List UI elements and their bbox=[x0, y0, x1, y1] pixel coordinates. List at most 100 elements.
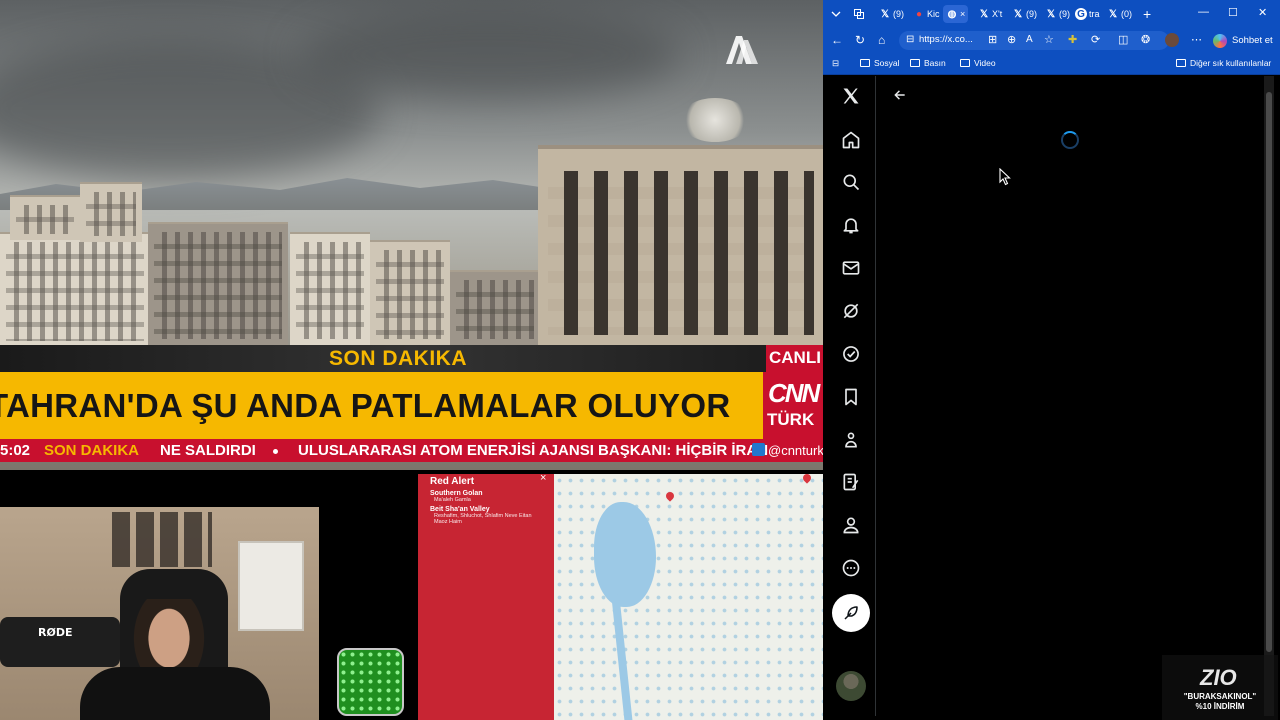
home-icon[interactable]: ⌂ bbox=[878, 33, 885, 47]
account-avatar[interactable] bbox=[836, 671, 866, 701]
site-info-icon[interactable]: ⊟ bbox=[906, 33, 914, 47]
home-icon[interactable] bbox=[839, 128, 863, 152]
live-badge: CANLI bbox=[766, 345, 824, 372]
son-dakika-label: SON DAKIKA bbox=[329, 347, 468, 370]
bookmark-folder[interactable]: Basın bbox=[910, 58, 946, 68]
alert-places: Ma'aleh Gamla bbox=[434, 497, 471, 503]
screen: SON DAKIKA CANLI TAHRAN'DA ŞU ANDA PATLA… bbox=[0, 0, 1280, 720]
favorites-toggle-icon[interactable]: ⊟ bbox=[832, 58, 839, 69]
building bbox=[450, 270, 540, 345]
explosion-smoke bbox=[680, 98, 750, 142]
communities-icon[interactable] bbox=[839, 428, 863, 452]
cnn-logo-text: CNN bbox=[768, 378, 820, 408]
turk-logo-text: TÜRK bbox=[767, 410, 815, 429]
favorites-icon[interactable]: ❂ bbox=[1141, 33, 1150, 47]
wall-photos bbox=[112, 512, 212, 567]
ticker-handle: @cnnturk bbox=[768, 443, 824, 458]
read-aloud-icon[interactable]: A bbox=[1026, 33, 1033, 47]
browser-toolbar: ← ↻ ⌂ ⊟ https://x.co... ⊞ ⊕ A ☆ ✚ ⟳ ◫ ❂ … bbox=[823, 28, 1280, 53]
minimize-icon[interactable]: — bbox=[1198, 6, 1209, 18]
app-available-icon[interactable]: ⊞ bbox=[988, 33, 997, 47]
alert-title: Red Alert bbox=[430, 476, 475, 487]
browser-tab[interactable]: 𝕏 (0) bbox=[1107, 5, 1132, 23]
profile-avatar[interactable] bbox=[1165, 33, 1179, 47]
browser-tab[interactable]: 𝕏 (9) bbox=[879, 5, 904, 23]
hotel-building bbox=[538, 145, 824, 345]
browser-tab[interactable]: 𝕏 X't bbox=[978, 5, 1002, 23]
folder-icon bbox=[860, 59, 870, 67]
building bbox=[290, 232, 370, 345]
kick-icon: ● bbox=[915, 8, 923, 20]
feather-icon bbox=[844, 606, 858, 620]
premium-icon[interactable] bbox=[839, 470, 863, 494]
other-bookmarks-folder[interactable]: Diğer sık kullanılanlar bbox=[1176, 58, 1271, 68]
extensions-icon[interactable]: ⟳ bbox=[1091, 33, 1100, 47]
maximize-icon[interactable]: ☐ bbox=[1228, 6, 1238, 19]
browser-tab-active[interactable]: ◍ × bbox=[943, 5, 969, 23]
scrollbar-thumb[interactable] bbox=[1266, 92, 1272, 652]
aa-agency-logo bbox=[722, 30, 760, 68]
profile-icon[interactable] bbox=[839, 513, 863, 537]
building bbox=[0, 232, 150, 347]
x-icon: 𝕏 bbox=[1108, 8, 1118, 20]
browser-tab[interactable]: Gtra bbox=[1075, 5, 1100, 23]
alert-panel: Red Alert Southern Golan Ma'aleh Gamla B… bbox=[418, 474, 554, 720]
news-broadcast-video: SON DAKIKA CANLI TAHRAN'DA ŞU ANDA PATLA… bbox=[0, 0, 824, 470]
back-icon[interactable]: ← bbox=[831, 33, 843, 47]
x-icon: 𝕏 bbox=[1046, 8, 1056, 20]
promo-code: "BURAKSAKINOL" bbox=[1183, 692, 1257, 701]
alert-close-icon[interactable]: × bbox=[540, 474, 546, 484]
map-localities bbox=[554, 474, 823, 720]
globe-icon: ◍ bbox=[947, 8, 957, 20]
favorite-star-icon[interactable]: ☆ bbox=[1044, 33, 1054, 47]
more-options-icon[interactable]: ⋯ bbox=[1191, 33, 1202, 47]
browser-tab[interactable]: 𝕏 (9) bbox=[1012, 5, 1037, 23]
chevron-down-icon bbox=[831, 11, 841, 17]
zoom-icon[interactable]: ⊕ bbox=[1007, 33, 1016, 47]
cnn-turk-logo: CNN TÜRK bbox=[763, 372, 824, 439]
new-tab-button[interactable]: + bbox=[1143, 5, 1151, 23]
x-logo-icon[interactable] bbox=[839, 84, 863, 108]
ticker-time: 5:02 bbox=[0, 442, 31, 459]
messages-icon[interactable] bbox=[839, 256, 863, 280]
compose-post-button[interactable] bbox=[832, 594, 870, 632]
x-icon: 𝕏 bbox=[880, 8, 890, 20]
browser-tab[interactable]: 𝕏 (9) bbox=[1045, 5, 1070, 23]
bookmark-folder[interactable]: Video bbox=[960, 58, 996, 68]
bookmarks-icon[interactable] bbox=[839, 385, 863, 409]
streamer-webcam: RØDE bbox=[0, 507, 319, 720]
notifications-icon[interactable] bbox=[839, 213, 863, 237]
sea-of-galilee bbox=[594, 502, 656, 607]
sponsor-promo: ZIO "BURAKSAKINOL" %10 İNDİRİM bbox=[1162, 655, 1278, 720]
alert-region: Southern Golan bbox=[430, 490, 483, 497]
headline-text: TAHRAN'DA ŞU ANDA PATLAMALAR OLUYOR bbox=[0, 387, 731, 424]
ticker-item: NE SALDIRDI bbox=[160, 442, 256, 459]
mic-brand: RØDE bbox=[38, 626, 73, 639]
search-icon[interactable] bbox=[839, 170, 863, 194]
split-screen-icon[interactable]: ◫ bbox=[1118, 33, 1128, 47]
bookmark-folder[interactable]: Sosyal bbox=[860, 58, 900, 68]
x-web-app bbox=[827, 76, 1270, 716]
promo-brand: ZIO bbox=[1200, 665, 1237, 690]
favorites-bar: ⊟ Sosyal Basın Video Diğer sık kullanıla… bbox=[823, 53, 1280, 75]
refresh-icon[interactable]: ↻ bbox=[855, 33, 865, 47]
verified-icon[interactable] bbox=[839, 342, 863, 366]
copilot-chat-label: Sohbet et bbox=[1232, 35, 1273, 46]
x-sidebar-nav bbox=[827, 76, 876, 716]
extension-icon[interactable]: ✚ bbox=[1068, 33, 1077, 47]
copilot-chat-button[interactable]: Sohbet et bbox=[1213, 31, 1277, 50]
workspaces-button[interactable] bbox=[853, 5, 865, 23]
back-button[interactable] bbox=[893, 88, 907, 107]
ticker-item: ULUSLARARASI ATOM ENERJİSİ AJANSI BAŞKAN… bbox=[298, 442, 769, 459]
copilot-icon bbox=[1213, 33, 1227, 48]
ticker-separator-dot bbox=[273, 449, 278, 454]
alert-region: Beit Sha'an Valley bbox=[430, 506, 490, 513]
close-tab-icon[interactable]: × bbox=[960, 9, 965, 19]
grok-icon[interactable] bbox=[839, 299, 863, 323]
close-window-icon[interactable]: ✕ bbox=[1258, 6, 1267, 19]
building bbox=[80, 182, 142, 242]
more-icon[interactable] bbox=[839, 556, 863, 580]
news-ticker: 5:02 SON DAKIKA NE SALDIRDI ULUSLARARASI… bbox=[0, 439, 824, 462]
browser-tab[interactable]: ● Kic bbox=[913, 5, 940, 23]
tab-list-button[interactable] bbox=[831, 5, 841, 23]
